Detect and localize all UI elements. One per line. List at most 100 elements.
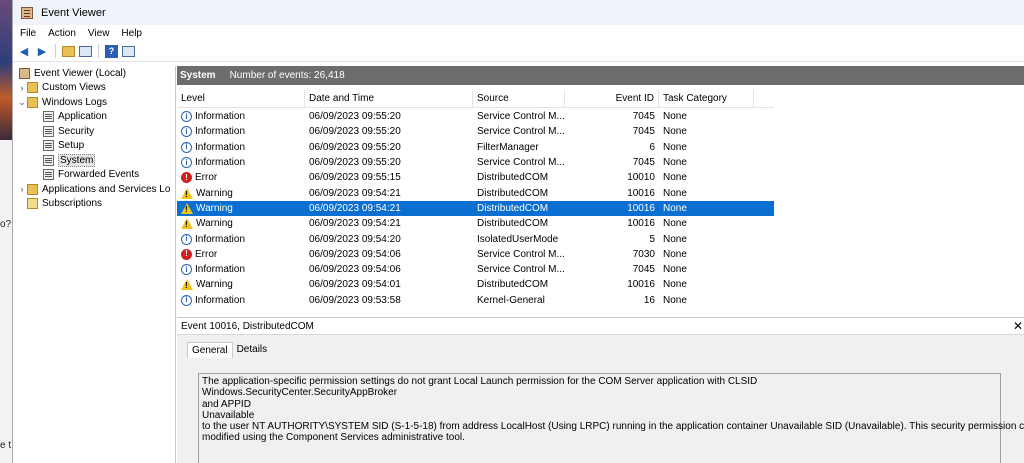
cell-date: 06/09/2023 09:54:21 <box>309 218 401 230</box>
event-viewer-icon <box>19 67 30 79</box>
message-line: to the user NT AUTHORITY\SYSTEM SID (S-1… <box>202 421 1024 433</box>
menu-action[interactable]: Action <box>48 28 76 39</box>
table-row[interactable]: Warning 06/09/2023 09:54:21 DistributedCOM… <box>177 185 774 200</box>
open-folder-icon[interactable] <box>62 45 75 57</box>
show-hide-tree-icon[interactable] <box>79 45 92 57</box>
cell-event-id: 7045 <box>632 111 655 123</box>
menu-bar: File Action View Help <box>13 25 1024 41</box>
table-row[interactable]: Warning 06/09/2023 09:54:21 DistributedCOM… <box>177 200 774 217</box>
table-row[interactable]: ! Error 06/09/2023 09:54:06 Service Control… <box>177 247 774 262</box>
event-details-title: Event 10016, DistributedCOM <box>181 320 314 332</box>
information-icon: i <box>181 294 192 306</box>
tree-item-label: Application <box>58 111 107 123</box>
cell-level: Warning <box>177 185 305 200</box>
tree-item-custom-views[interactable]: › Custom Views <box>17 81 175 96</box>
tree-item-system[interactable]: System <box>17 153 175 168</box>
cell-task-category: None <box>663 157 687 169</box>
cell-task-category: None <box>663 294 687 306</box>
table-row[interactable]: i Information 06/09/2023 09:55:20 Service C… <box>177 155 774 170</box>
forward-arrow-icon[interactable]: ▶ <box>35 44 49 58</box>
help-icon[interactable]: ? <box>105 44 118 58</box>
cell-source: DistributedCOM <box>477 218 549 230</box>
toolbar-divider <box>55 44 56 58</box>
log-icon <box>43 111 54 123</box>
cell-date: 06/09/2023 09:55:20 <box>309 126 401 138</box>
tree-item-forwarded-events[interactable]: Forwarded Events <box>17 168 175 183</box>
cell-event-id: 6 <box>649 141 655 153</box>
toolbar-divider <box>98 44 99 58</box>
cell-task-category: None <box>663 248 687 260</box>
tree-item-label: System <box>58 153 96 167</box>
tree-item-application[interactable]: Application <box>17 110 175 125</box>
table-row[interactable]: i Information 06/09/2023 09:53:58 Kernel-Ge… <box>177 293 774 308</box>
cell-event-id: 10016 <box>627 279 655 291</box>
cell-event-id: 10016 <box>627 218 655 230</box>
tree-item-label: Event Viewer (Local) <box>34 67 127 79</box>
information-icon: i <box>181 111 192 123</box>
toolbar: ◀ ▶ ? <box>13 41 1024 62</box>
cell-event-id: 7030 <box>632 248 655 260</box>
chevron-right-icon[interactable]: › <box>17 83 27 93</box>
table-row[interactable]: Warning 06/09/2023 09:54:21 DistributedCOM… <box>177 216 774 231</box>
cell-date: 06/09/2023 09:54:06 <box>309 264 401 276</box>
cell-level: i Information <box>177 231 305 246</box>
chevron-down-icon[interactable]: ⌄ <box>17 97 27 108</box>
table-row[interactable]: i Information 06/09/2023 09:54:06 Service C… <box>177 262 774 277</box>
cell-event-id: 7045 <box>632 264 655 276</box>
menu-file[interactable]: File <box>20 28 36 39</box>
tree-item-label: Forwarded Events <box>58 169 140 181</box>
tab-general[interactable]: General <box>187 342 233 358</box>
table-row[interactable]: i Information 06/09/2023 09:54:20 IsolatedU… <box>177 231 774 246</box>
tree-item-setup[interactable]: Setup <box>17 139 175 154</box>
cell-event-id: 7045 <box>632 126 655 138</box>
close-icon[interactable]: ✕ <box>1013 319 1023 333</box>
cell-source: Service Control M... <box>477 111 565 123</box>
information-icon: i <box>181 126 192 138</box>
column-header-event-id[interactable]: Event ID <box>565 90 659 107</box>
menu-help[interactable]: Help <box>121 28 142 39</box>
tree-item-subscriptions[interactable]: Subscriptions <box>17 197 175 212</box>
table-row[interactable]: ! Error 06/09/2023 09:55:15 DistributedCOM 1… <box>177 170 774 185</box>
tree-item-label: Subscriptions <box>42 198 103 210</box>
tree-item-security[interactable]: Security <box>17 124 175 139</box>
cell-source: DistributedCOM <box>477 279 549 291</box>
tree-item-windows-logs[interactable]: ⌄ Windows Logs <box>17 95 175 110</box>
cell-source: Service Control M... <box>477 157 565 169</box>
warning-icon <box>181 202 193 214</box>
tree-item-root[interactable]: Event Viewer (Local) <box>17 66 175 81</box>
information-icon: i <box>181 233 192 245</box>
cell-date: 06/09/2023 09:54:06 <box>309 248 401 260</box>
table-row[interactable]: i Information 06/09/2023 09:55:20 Service C… <box>177 124 774 139</box>
tree-item-applications-and-services[interactable]: › Applications and Services Lo <box>17 182 175 197</box>
cell-event-id: 10016 <box>627 202 655 214</box>
detail-tabs: General Details <box>187 342 271 358</box>
cell-level: i Information <box>177 124 305 139</box>
cell-task-category: None <box>663 141 687 153</box>
cell-date: 06/09/2023 09:55:20 <box>309 157 401 169</box>
wallpaper <box>0 0 12 140</box>
column-header-task-category[interactable]: Task Category <box>659 90 754 107</box>
tree-item-label: Security <box>58 125 95 137</box>
cell-date: 06/09/2023 09:53:58 <box>309 294 401 306</box>
back-arrow-icon[interactable]: ◀ <box>17 44 31 58</box>
log-name: System <box>180 70 216 81</box>
message-line: Windows.SecurityCenter.SecurityAppBroker <box>202 387 398 399</box>
column-header-source[interactable]: Source <box>473 90 565 107</box>
cell-level: ! Error <box>177 247 305 262</box>
chevron-right-icon[interactable]: › <box>17 184 27 194</box>
cell-date: 06/09/2023 09:55:15 <box>309 172 401 184</box>
cell-source: FilterManager <box>477 141 539 153</box>
table-row[interactable]: i Information 06/09/2023 09:55:20 FilterMan… <box>177 140 774 155</box>
level-text: Information <box>195 264 246 276</box>
level-text: Information <box>195 233 246 245</box>
menu-view[interactable]: View <box>88 28 110 39</box>
column-header-date[interactable]: Date and Time <box>305 90 473 107</box>
tab-details[interactable]: Details <box>233 342 272 358</box>
table-header: Level Date and Time Source Event ID Task… <box>177 90 774 108</box>
show-hide-action-pane-icon[interactable] <box>122 45 135 57</box>
cell-event-id: 16 <box>643 294 655 306</box>
column-header-level[interactable]: Level <box>177 90 305 107</box>
table-row[interactable]: Warning 06/09/2023 09:54:01 DistributedCOM… <box>177 277 774 292</box>
table-row[interactable]: i Information 06/09/2023 09:55:20 Service C… <box>177 109 774 124</box>
log-icon <box>43 125 54 137</box>
